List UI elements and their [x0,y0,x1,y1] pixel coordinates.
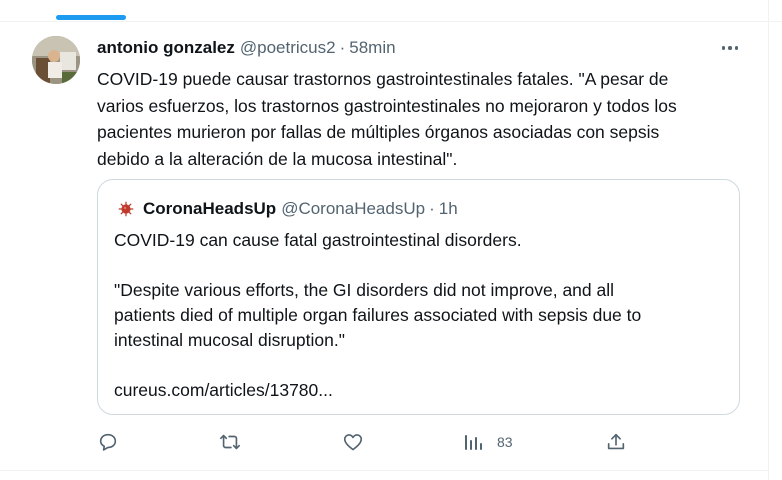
tweet-text-line: COVID-19 puede causar trastornos gastroi… [97,69,669,89]
more-icon[interactable] [718,38,742,58]
quoted-text-line: intestinal mucosal disruption." [114,330,345,350]
avatar[interactable] [32,36,80,84]
separator-dot: · [339,38,346,57]
like-icon [343,434,363,451]
tweet-text: COVID-19 puede causar trastornos gastroi… [97,66,752,172]
author-handle[interactable]: @poetricus2 [240,38,336,58]
reply-button[interactable] [97,428,119,456]
separator-dot: · [429,199,435,218]
share-icon [607,433,625,450]
tweet-bottom-border [0,470,768,471]
quoted-author-handle[interactable]: @CoronaHeadsUp [281,199,425,219]
quoted-tweet-time[interactable]: 1h [439,199,458,219]
active-tab-indicator [56,15,126,20]
views-count: 83 [497,434,513,450]
author-name[interactable]: antonio gonzalez [97,38,235,58]
coronavirus-avatar-icon [118,201,134,217]
views-button[interactable]: 83 [463,428,513,456]
quoted-link[interactable]: cureus.com/articles/13780... [114,378,724,403]
action-bar: 83 [97,428,637,456]
like-button[interactable] [342,428,364,456]
share-button[interactable] [605,428,627,456]
retweet-button[interactable] [218,428,242,456]
tweet-text-line: varios esfuerzos, los trastornos gastroi… [97,95,677,116]
tweet-time[interactable]: 58min [349,38,395,58]
quoted-text-line: COVID-19 can cause fatal gastrointestina… [114,230,522,250]
quoted-tweet[interactable]: CoronaHeadsUp @CoronaHeadsUp · 1h COVID-… [97,179,740,415]
quoted-text-line: "Despite various efforts, the GI disorde… [114,280,615,300]
tweet-header: antonio gonzalez @poetricus2 · 58min [97,37,396,59]
timeline-right-border [768,0,769,480]
quoted-tweet-header: CoronaHeadsUp @CoronaHeadsUp · 1h [118,198,458,220]
retweet-icon [220,434,240,450]
views-icon [465,435,482,450]
tweet-text-line: debido a la alteración de la mucosa inte… [97,148,458,169]
quoted-author-name[interactable]: CoronaHeadsUp [143,199,276,219]
quoted-tweet-text: COVID-19 can cause fatal gastrointestina… [114,228,724,403]
reply-icon [99,433,117,451]
tweet-text-line: pacientes murieron por fallas de múltipl… [97,122,660,142]
quoted-text-line: patients died of multiple organ failures… [114,305,642,325]
